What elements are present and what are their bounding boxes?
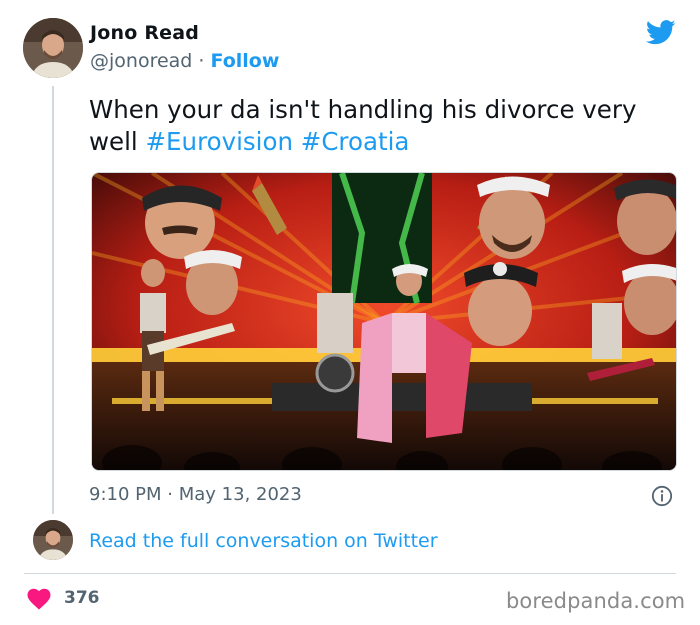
twitter-bird-icon[interactable] — [646, 20, 676, 45]
author-avatar[interactable] — [23, 18, 83, 78]
handle-separator: · — [198, 50, 205, 72]
like-count: 376 — [64, 588, 100, 608]
tweet-timestamp[interactable]: 9:10 PM · May 13, 2023 — [89, 484, 302, 505]
watermark: boredpanda.com — [506, 589, 686, 613]
tweet-text: When your da isn't handling his divorce … — [89, 94, 679, 158]
reply-avatar[interactable] — [33, 520, 73, 560]
author-handle-row: @jonoread · Follow — [90, 50, 279, 72]
heart-icon[interactable] — [27, 588, 51, 610]
footer-divider — [24, 573, 676, 574]
read-conversation-link[interactable]: Read the full conversation on Twitter — [89, 530, 438, 552]
hashtag-croatia[interactable]: #Croatia — [301, 127, 410, 156]
info-circle-icon[interactable] — [651, 485, 673, 507]
tweet-card: Jono Read @jonoread · Follow When your d… — [0, 0, 700, 625]
timestamp-time: 9:10 PM — [89, 484, 162, 505]
author-name[interactable]: Jono Read — [90, 22, 199, 44]
hashtag-eurovision[interactable]: #Eurovision — [146, 127, 293, 156]
author-handle[interactable]: @jonoread — [90, 50, 192, 72]
timestamp-separator: · — [167, 484, 173, 505]
tweet-media-image[interactable] — [91, 172, 677, 471]
thread-line — [52, 86, 54, 514]
follow-button[interactable]: Follow — [211, 50, 280, 72]
timestamp-date: May 13, 2023 — [178, 484, 302, 505]
